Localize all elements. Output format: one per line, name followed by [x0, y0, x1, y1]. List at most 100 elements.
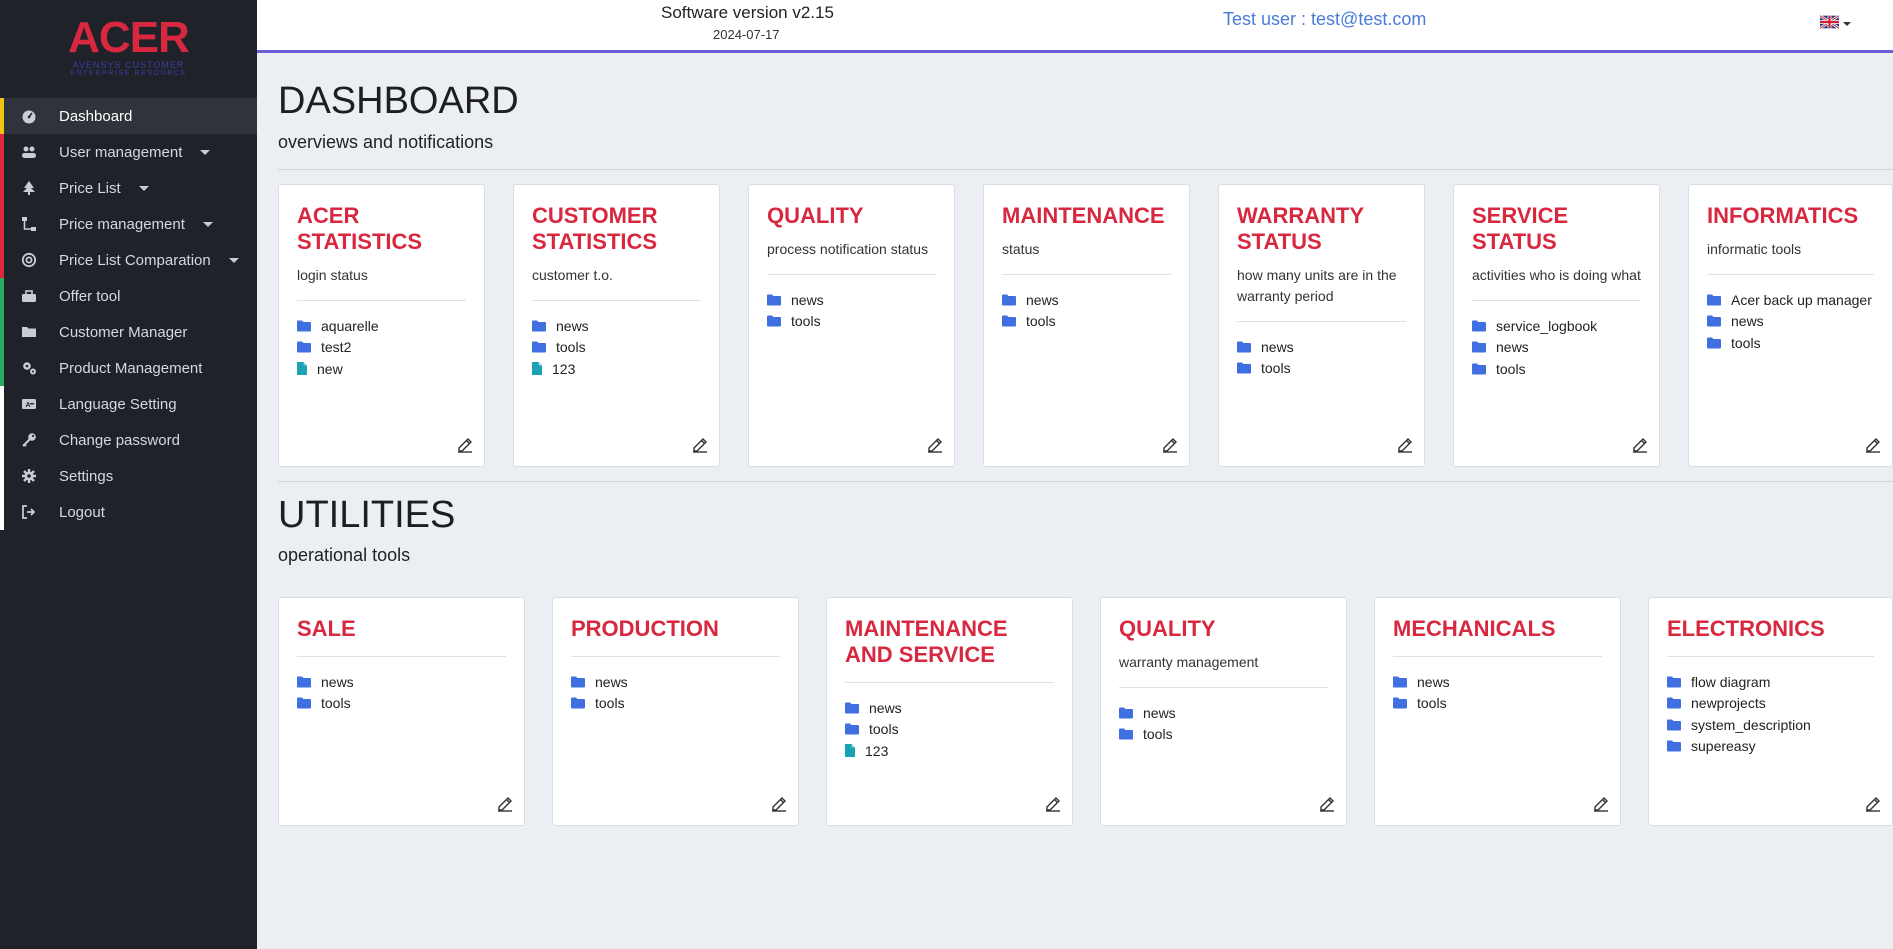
- card-item-label: news: [1143, 704, 1176, 721]
- sidebar-item-label: Dashboard: [59, 107, 133, 125]
- folder-link[interactable]: test2: [297, 337, 466, 359]
- folder-icon: [1707, 294, 1726, 306]
- folder-link[interactable]: tools: [1119, 724, 1328, 746]
- dashboard-card: ACER STATISTICS login status aquarelle test…: [278, 184, 485, 467]
- edit-icon[interactable]: [456, 435, 474, 458]
- folder-icon: [1472, 320, 1491, 332]
- card-item-label: tools: [869, 721, 899, 738]
- folder-link[interactable]: tools: [297, 693, 506, 715]
- sidebar-nav: Dashboard User management Price List Price …: [0, 98, 257, 530]
- gear-icon: [18, 468, 40, 484]
- folder-link[interactable]: news: [571, 671, 780, 693]
- file-link[interactable]: 123: [845, 740, 1054, 762]
- utilities-card: ELECTRONICS flow diagram newprojects system…: [1648, 597, 1893, 826]
- edit-icon[interactable]: [1044, 794, 1062, 817]
- sidebar-item-price-list[interactable]: Price List: [0, 170, 257, 206]
- sidebar-item-label: Language Setting: [59, 395, 177, 413]
- edit-icon[interactable]: [1318, 794, 1336, 817]
- edit-icon[interactable]: [926, 435, 944, 458]
- folder-link[interactable]: Acer back up manager: [1707, 289, 1874, 311]
- sidebar-item-offer-tool[interactable]: Offer tool: [0, 278, 257, 314]
- file-link[interactable]: new: [297, 358, 466, 380]
- folder-link[interactable]: news: [845, 697, 1054, 719]
- edit-icon[interactable]: [691, 435, 709, 458]
- card-item-label: 123: [552, 360, 576, 377]
- svg-text:A: A: [26, 402, 31, 409]
- folder-link[interactable]: tools: [571, 693, 780, 715]
- folder-link[interactable]: tools: [1237, 358, 1406, 380]
- folder-link[interactable]: service_logbook: [1472, 315, 1641, 337]
- folder-link[interactable]: tools: [1707, 332, 1874, 354]
- file-link[interactable]: 123: [532, 358, 701, 380]
- edit-icon[interactable]: [770, 794, 788, 817]
- card-item-list: Acer back up manager news tools: [1707, 289, 1874, 354]
- folder-link[interactable]: news: [1237, 336, 1406, 358]
- folder-link[interactable]: news: [297, 671, 506, 693]
- sidebar-item-label: Offer tool: [59, 287, 121, 305]
- sidebar-item-logout[interactable]: Logout: [0, 494, 257, 530]
- dashboard-card: SERVICE STATUS activities who is doing wh…: [1453, 184, 1660, 467]
- language-dropdown-caret[interactable]: [1843, 22, 1851, 26]
- folder-link[interactable]: news: [1707, 311, 1874, 333]
- folder-link[interactable]: tools: [767, 311, 936, 333]
- sidebar-item-user-management[interactable]: User management: [0, 134, 257, 170]
- uk-flag-icon[interactable]: [1820, 15, 1839, 29]
- folder-link[interactable]: tools: [1002, 311, 1171, 333]
- app-logo[interactable]: ACER AVENSYS CUSTOMER ENTERPRISE RESOURC…: [0, 0, 257, 96]
- folder-icon: [1667, 697, 1686, 709]
- sidebar-item-label: Price management: [59, 215, 185, 233]
- folder-link[interactable]: news: [767, 289, 936, 311]
- folder-icon: [571, 676, 590, 688]
- logout-icon: [18, 504, 40, 520]
- folder-link[interactable]: news: [532, 315, 701, 337]
- folder-link[interactable]: aquarelle: [297, 315, 466, 337]
- card-divider: [1472, 300, 1641, 301]
- chevron-down-icon: [202, 221, 213, 227]
- edit-icon[interactable]: [1592, 794, 1610, 817]
- utilities-title: UTILITIES: [278, 494, 456, 536]
- edit-icon[interactable]: [1864, 435, 1882, 458]
- card-description: process notification status: [767, 241, 929, 257]
- sidebar-item-customer-manager[interactable]: Customer Manager: [0, 314, 257, 350]
- folder-link[interactable]: system_description: [1667, 714, 1874, 736]
- folder-link[interactable]: tools: [1393, 693, 1602, 715]
- folder-icon: [1237, 341, 1256, 353]
- folder-link[interactable]: news: [1002, 289, 1171, 311]
- edit-icon[interactable]: [1161, 435, 1179, 458]
- sidebar-item-change-password[interactable]: Change password: [0, 422, 257, 458]
- sidebar-item-language-setting[interactable]: A Language Setting: [0, 386, 257, 422]
- edit-icon[interactable]: [1864, 794, 1882, 817]
- card-item-label: news: [1261, 338, 1294, 355]
- folder-link[interactable]: tools: [1472, 358, 1641, 380]
- folder-link[interactable]: tools: [532, 337, 701, 359]
- card-item-list: news tools: [1393, 671, 1602, 714]
- card-item-label: tools: [1143, 726, 1173, 743]
- folder-link[interactable]: news: [1472, 337, 1641, 359]
- sidebar-item-price-list-comparation[interactable]: Price List Comparation: [0, 242, 257, 278]
- folder-link[interactable]: news: [1119, 702, 1328, 724]
- sidebar-item-settings[interactable]: Settings: [0, 458, 257, 494]
- sidebar-item-price-management[interactable]: Price management: [0, 206, 257, 242]
- folder-link[interactable]: news: [1393, 671, 1602, 693]
- folder-icon: [532, 320, 551, 332]
- card-title: QUALITY: [1119, 616, 1216, 641]
- card-item-list: news tools 123: [845, 697, 1054, 762]
- edit-icon[interactable]: [1631, 435, 1649, 458]
- folder-link[interactable]: flow diagram: [1667, 671, 1874, 693]
- folder-link[interactable]: tools: [845, 719, 1054, 741]
- sidebar-item-product-management[interactable]: Product Management: [0, 350, 257, 386]
- current-user[interactable]: Test user : test@test.com: [1223, 9, 1426, 30]
- card-item-label: tools: [1026, 313, 1056, 330]
- card-item-label: newprojects: [1691, 695, 1766, 712]
- version-date: 2024-07-17: [713, 27, 780, 42]
- card-item-label: test2: [321, 339, 352, 356]
- file-icon: [532, 362, 547, 376]
- edit-icon[interactable]: [1396, 435, 1414, 458]
- dashboard-card: INFORMATICS informatic tools Acer back up …: [1688, 184, 1893, 467]
- folder-link[interactable]: supereasy: [1667, 736, 1874, 758]
- card-item-label: system_description: [1691, 716, 1811, 733]
- card-item-label: tools: [595, 695, 625, 712]
- edit-icon[interactable]: [496, 794, 514, 817]
- folder-link[interactable]: newprojects: [1667, 693, 1874, 715]
- sidebar-item-dashboard[interactable]: Dashboard: [0, 98, 257, 134]
